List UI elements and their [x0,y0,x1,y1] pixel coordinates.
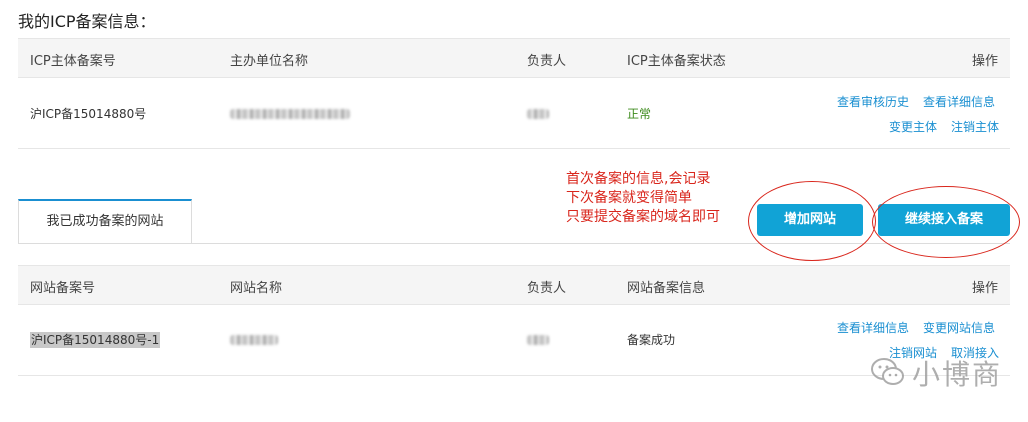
col-site-actions: 操作 [971,281,998,296]
col-site-number: 网站备案号 [30,281,96,296]
wechat-icon [870,357,906,390]
organizer-name-blurred [230,109,350,119]
site-table-row: 沪ICP备15014880号-1 备案成功 查看详细信息 变更网站信息 注销网站… [18,305,1010,376]
annotation-line: 首次备案的信息,会记录 [566,171,711,187]
view-details-link[interactable]: 查看详细信息 [923,93,995,110]
annotation-line: 下次备案就变得简单 [566,190,692,206]
view-review-history-link[interactable]: 查看审核历史 [837,93,909,110]
col-site-info: 网站备案信息 [627,281,706,296]
site-table-header: 网站备案号 网站名称 负责人 网站备案信息 操作 [18,265,1010,305]
annotation-circle-continue-filing [872,186,1020,258]
icp-number: 沪ICP备15014880号 [30,107,147,121]
site-number: 沪ICP备15014880号-1 [30,332,161,348]
col-actions: 操作 [971,54,998,69]
site-responsible-blurred [527,335,549,345]
change-site-info-link[interactable]: 变更网站信息 [923,319,995,336]
cancel-subject-link[interactable]: 注销主体 [951,118,999,135]
watermark-text: 小博商 [911,358,1002,391]
annotation-line: 只要提交备案的域名即可 [566,209,720,225]
col-site-responsible: 负责人 [527,281,567,296]
col-site-name: 网站名称 [230,281,283,296]
col-responsible-person: 负责人 [527,54,567,69]
change-subject-link[interactable]: 变更主体 [889,118,937,135]
tab-successful-sites[interactable]: 我已成功备案的网站 [18,199,192,243]
site-view-details-link[interactable]: 查看详细信息 [837,319,909,336]
icp-table-row: 沪ICP备15014880号 正常 查看审核历史 查看详细信息 变更主体 注销主… [18,78,1010,149]
responsible-person-blurred [527,109,549,119]
col-organizer-name: 主办单位名称 [230,54,309,69]
col-icp-status: ICP主体备案状态 [627,54,726,69]
site-filing-info: 备案成功 [627,333,676,347]
icp-table-header: ICP主体备案号 主办单位名称 负责人 ICP主体备案状态 操作 [18,38,1010,78]
col-icp-number: ICP主体备案号 [30,54,116,69]
annotation-circle-add-site [748,181,876,261]
page-title: 我的ICP备案信息： [18,12,156,31]
icp-status: 正常 [627,107,652,121]
annotation-note: 首次备案的信息,会记录 下次备案就变得简单 只要提交备案的域名即可 [566,170,720,227]
watermark: 小博商 [870,353,1002,393]
site-name-blurred [230,335,278,345]
